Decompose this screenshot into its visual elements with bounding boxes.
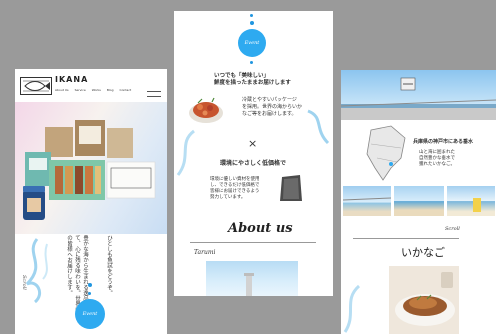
decorative-dot — [250, 61, 253, 64]
seafood-dish-image — [189, 97, 223, 123]
ikanago-dish-image — [389, 266, 459, 334]
water-splash-graphic — [343, 284, 361, 333]
gallery-photo-bridge[interactable] — [342, 186, 392, 216]
nav-item-service[interactable]: Service — [75, 88, 86, 92]
event-badge-label: Event — [82, 311, 98, 317]
product-title: いかなご — [401, 246, 445, 259]
place-description: 山と海に囲まれた 自然豊かな垂水で 獲れたいかなご。 — [419, 150, 455, 167]
event-badge[interactable]: Event — [75, 299, 105, 329]
water-splash-graphic — [307, 109, 330, 145]
feature-body-eco: 環境に優しい資材を使用 し、できるだけ低価格で 皆様にお届けできるよう 努力して… — [210, 177, 260, 200]
feature-headline-eco: 環境にやさしく低価格で — [220, 160, 287, 167]
divider — [353, 238, 459, 239]
nav-item-about[interactable]: About Us — [55, 88, 69, 92]
hero-product-image — [15, 102, 167, 234]
feature-headline-freshness: いつでも「美味しい」 鮮度を描ったままお届けします — [214, 73, 291, 86]
event-badge[interactable]: Event — [238, 29, 266, 57]
scroll-indicator-label[interactable]: Scroll — [445, 226, 460, 232]
coast-photo — [341, 70, 496, 120]
site-logo-text[interactable]: IKANA — [55, 75, 88, 84]
decorative-dot — [250, 21, 254, 25]
menu-icon[interactable] — [147, 91, 161, 97]
decorative-dot — [88, 292, 91, 295]
decorative-dot — [250, 14, 253, 17]
feature-body-freshness: 冷蔵とやすいパッケージ を採用。世界の海からいか なご等をお届けします。 — [242, 97, 303, 117]
place-heading: 兵庫県の神戸市にある垂水 — [413, 139, 474, 145]
gallery-photo-shore[interactable] — [447, 186, 495, 216]
about-subtitle-tarumi: Tarumi — [194, 249, 216, 256]
mobile-page-product: 兵庫県の神戸市にある垂水 山と海に囲まれた 自然豊かな垂水で 獲れたいかなご。 … — [341, 70, 496, 334]
nav-item-works[interactable]: Works — [92, 88, 101, 92]
about-us-heading: About us — [228, 221, 293, 236]
event-badge-label: Event — [244, 40, 260, 46]
water-splash-graphic — [176, 129, 196, 176]
nav-item-contact[interactable]: Contact — [120, 88, 132, 92]
times-separator: × — [248, 137, 258, 150]
decorative-dot — [88, 283, 92, 287]
gallery-photo-beach[interactable] — [394, 186, 444, 216]
hyogo-map-image — [366, 125, 406, 181]
closing-vertical-text: ひとしも魚試をどうぞ。 — [106, 235, 112, 296]
fish-logo-icon[interactable] — [20, 77, 52, 95]
eco-package-image — [280, 175, 302, 201]
scroll-indicator-label[interactable]: Scroll — [21, 275, 27, 290]
nav-item-blog[interactable]: Blog — [107, 88, 114, 92]
mobile-page-features: Event いつでも「美味しい」 鮮度を描ったままお届けします 冷蔵とやすいパッ… — [174, 11, 333, 296]
tarumi-photo — [206, 261, 298, 296]
divider — [190, 242, 316, 243]
mobile-page-home: IKANA About Us Service Works Blog Contac… — [15, 69, 167, 334]
